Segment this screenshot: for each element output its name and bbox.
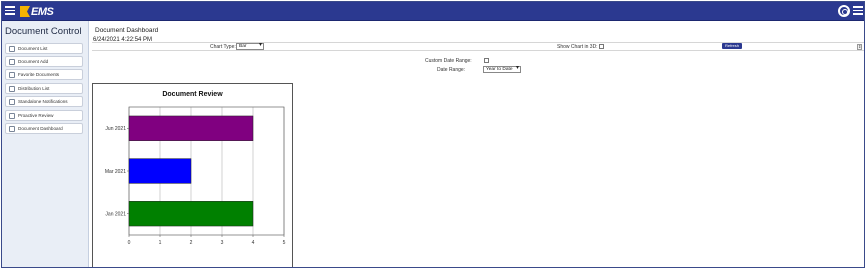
gear-icon[interactable] [838, 5, 850, 17]
hamburger-icon[interactable] [853, 6, 863, 15]
bar-chart: Jan 2021 Mar 2021 Jun 2021 0 1 2 3 4 5 [105, 106, 286, 246]
table-icon [9, 85, 15, 92]
page-title: Document Dashboard [95, 27, 159, 34]
sidebar-item-standalone-notifications[interactable]: Standalone Notifications [5, 96, 83, 107]
x-tick-label: 0 [128, 240, 131, 246]
x-tick-label: 2 [190, 240, 193, 246]
date-range-select[interactable]: Year to Date [483, 66, 521, 73]
logo-mark-icon [20, 6, 30, 17]
sidebar-item-favorite-documents[interactable]: Favorite Documents [5, 69, 83, 80]
sidebar-item-distribution-list[interactable]: Distribution List [5, 83, 83, 94]
sidebar-item-document-dashboard[interactable]: Document Dashboard [5, 123, 83, 134]
custom-date-range-label: Custom Date Range: [425, 58, 472, 64]
review-icon [9, 112, 15, 119]
sidebar-item-document-list[interactable]: Document List [5, 43, 83, 54]
chart-controls-bar: Chart Type: Bar Show Chart in 3D: Refres… [92, 42, 864, 51]
dashboard-icon [9, 125, 15, 132]
app-logo[interactable]: EMS [20, 5, 54, 18]
hamburger-icon[interactable] [5, 6, 15, 15]
list-icon [9, 45, 15, 52]
chart-type-label: Chart Type: [210, 44, 236, 50]
show-3d-checkbox[interactable] [599, 44, 604, 49]
sidebar-item-label: Document Dashboard [18, 126, 63, 131]
x-tick-label: 5 [283, 240, 286, 246]
chart-panel: Document Review Jan 2021 Mar 2021 Jun 2021… [92, 83, 293, 267]
sidebar-item-label: Document Add [18, 59, 49, 64]
app-window: EMS Document Control Document List Docum… [1, 1, 865, 268]
sidebar-item-label: Favorite Documents [18, 72, 60, 77]
x-tick-label: 3 [221, 240, 224, 246]
y-tick-label: Mar 2021 [105, 169, 126, 175]
show-3d-label: Show Chart in 3D: [557, 44, 598, 50]
sidebar-title: Document Control [5, 26, 82, 37]
main-content: Document Dashboard 6/24/2021 4:22:54 PM … [90, 21, 864, 267]
custom-date-range-checkbox[interactable] [484, 58, 489, 63]
sidebar-item-document-add[interactable]: Document Add [5, 56, 83, 67]
date-range-label: Date Range: [437, 67, 466, 73]
sidebar-item-label: Document List [18, 46, 48, 51]
star-icon [9, 71, 15, 78]
y-tick-label: Jun 2021 [105, 126, 126, 132]
bar-mar-2021 [128, 158, 192, 184]
logo-text: EMS [31, 5, 54, 18]
x-tick-label: 1 [159, 240, 162, 246]
x-tick-label: 4 [252, 240, 255, 246]
chart-type-value: Bar [239, 44, 247, 49]
add-icon [9, 58, 15, 65]
sidebar: Document Control Document List Document … [2, 21, 89, 267]
y-tick-label: Jan 2021 [105, 211, 126, 217]
bar-jan-2021 [128, 201, 254, 227]
sidebar-item-label: Standalone Notifications [18, 99, 68, 104]
refresh-button[interactable]: Refresh [722, 43, 743, 49]
sidebar-item-proactive-review[interactable]: Proactive Review [5, 110, 83, 121]
top-navigation-bar: EMS [2, 2, 864, 21]
bar-jun-2021 [128, 115, 254, 141]
date-range-value: Year to Date [486, 67, 513, 72]
chart-type-select[interactable]: Bar [236, 43, 264, 50]
scroll-arrows-icon[interactable]: ⇕ [857, 44, 862, 50]
sidebar-item-label: Distribution List [18, 86, 50, 91]
notification-icon [9, 98, 15, 105]
sidebar-item-label: Proactive Review [18, 113, 54, 118]
